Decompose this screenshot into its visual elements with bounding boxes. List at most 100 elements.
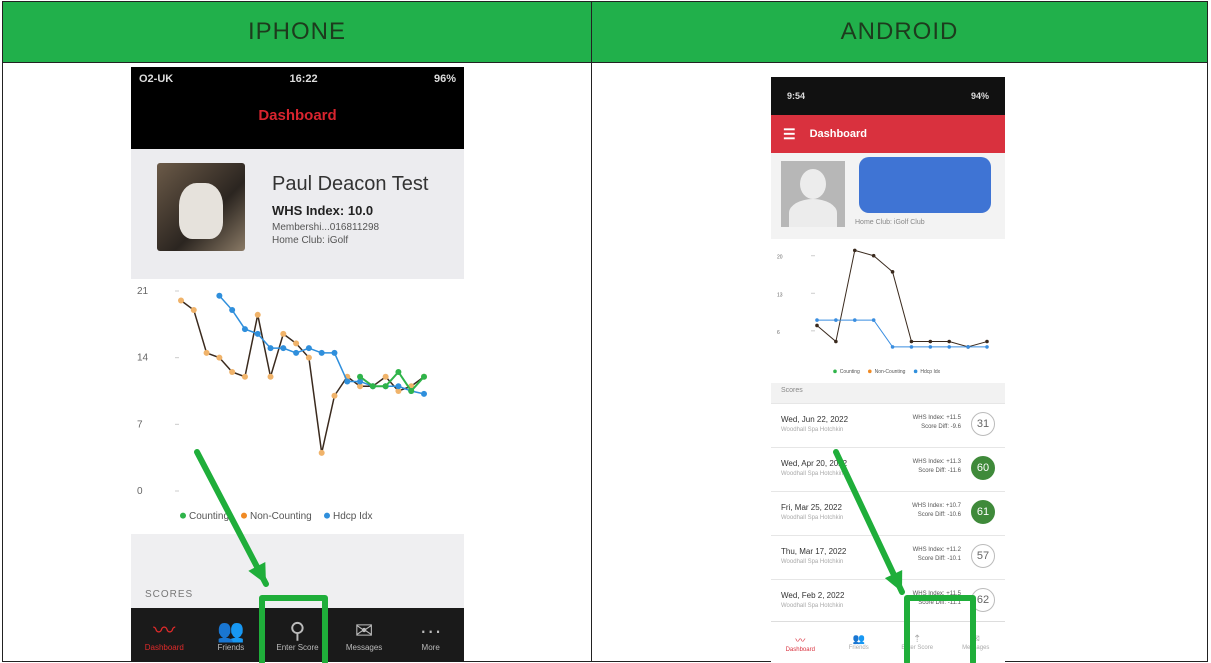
series-line [817, 319, 987, 348]
data-point [229, 307, 236, 314]
data-point [871, 318, 876, 322]
tab-dashboard[interactable]: 〰 Dashboard [771, 622, 830, 662]
golf-ball-icon: ⚲ [289, 617, 306, 643]
tab-enter-score[interactable]: ⚲ Enter Score [264, 608, 331, 662]
score-badge: 57 [971, 544, 995, 568]
data-point [928, 339, 933, 344]
handicap-chart: 20 13 6 Counting Non-Counting Hdcp Idx [771, 239, 1005, 383]
score-date: Thu, Mar 17, 2022 [781, 547, 847, 556]
y-tick-label: 7 [137, 419, 143, 430]
score-row[interactable]: Wed, Jun 22, 2022 Woodhall Spa Hotchkin WH… [771, 403, 1005, 448]
data-point [254, 330, 261, 337]
score-date: Fri, Mar 25, 2022 [781, 503, 842, 512]
profile-card[interactable]: Paul Deacon Test WHS Index: 10.0 Members… [131, 149, 464, 279]
y-tick-label: 21 [137, 286, 149, 297]
score-diff: Score Diff: -11.6 [918, 468, 961, 474]
data-point [229, 368, 236, 375]
score-row[interactable]: Thu, Mar 17, 2022 Woodhall Spa Hotchkin WH… [771, 535, 1005, 580]
iphone-screenshot: O2-UK 16:22 96% Dashboard Paul Deacon Te… [131, 67, 464, 662]
clock-label: 9:54 [787, 91, 806, 101]
whs-index: WHS Index: +11.5 [912, 591, 961, 597]
score-date: Wed, Jun 22, 2022 [781, 415, 849, 424]
score-row[interactable]: Fri, Mar 25, 2022 Woodhall Spa Hotchkin WH… [771, 491, 1005, 536]
android-bottom-nav: 〰 Dashboard 👥 Friends ⇡ Enter Score ✉ Messag… [771, 621, 1005, 662]
android-screenshot: 9:54 94% ☰ Dashboard Home Club: iGolf Cl… [771, 77, 1005, 662]
tab-label: More [421, 642, 440, 652]
tab-messages[interactable]: ✉ Messages [947, 622, 1006, 662]
data-point [305, 345, 312, 352]
redacted-box [859, 157, 991, 213]
handicap-chart: 21 14 7 0 Counting Non-Counting Hdcp Idx [131, 279, 464, 534]
data-point [178, 297, 184, 304]
data-point [254, 311, 261, 318]
avatar[interactable] [781, 161, 845, 227]
whs-summary: WHS Index: +10.7 Score Diff: -10.6 [912, 502, 961, 520]
score-diff: Score Diff: -10.1 [917, 556, 961, 562]
tab-friends[interactable]: 👥 Friends [198, 608, 265, 662]
avatar-placeholder-icon [800, 169, 826, 199]
data-point [834, 339, 838, 344]
clock-label: 16:22 [289, 73, 318, 85]
legend-label: Counting [840, 369, 860, 375]
data-point [421, 373, 427, 380]
tab-label: Dashboard [785, 646, 815, 653]
score-row[interactable]: Wed, Apr 20, 2022 Woodhall Spa Hotchkin WH… [771, 447, 1005, 492]
score-row[interactable]: Wed, Feb 2, 2022 Woodhall Spa Hotchkin WHS… [771, 579, 1005, 624]
data-point [909, 339, 914, 344]
tab-label: Friends [217, 642, 245, 652]
data-point [985, 345, 989, 349]
whs-index: WHS Index: +11.5 [912, 415, 961, 421]
legend-label: Non-Counting [250, 511, 312, 522]
legend-marker [913, 369, 918, 374]
data-point [369, 383, 376, 390]
profile-card[interactable]: Home Club: iGolf Club [771, 153, 1005, 239]
battery-label: 96% [433, 73, 456, 85]
y-tick-label: 6 [777, 330, 780, 336]
data-point [280, 345, 287, 352]
android-column-header: ANDROID [592, 2, 1207, 62]
tab-enter-score[interactable]: ⇡ Enter Score [888, 622, 947, 662]
envelope-icon: ✉ [354, 617, 374, 643]
avatar[interactable] [157, 163, 245, 251]
iphone-status-bar: O2-UK 16:22 96% [139, 73, 456, 85]
tab-label: Enter Score [276, 642, 319, 652]
membership-number: Membershi...016811298 [272, 222, 380, 233]
tab-label: Messages [345, 642, 383, 652]
data-point [216, 354, 223, 361]
android-app-bar: ☰ Dashboard [771, 115, 1005, 153]
legend-marker [180, 512, 186, 519]
score-badge: 61 [971, 500, 995, 524]
handicap-chart-svg: 21 14 7 0 Counting Non-Counting Hdcp Idx [137, 286, 427, 522]
whs-index: WHS Index: +10.7 [912, 503, 961, 509]
dog-photo [179, 183, 223, 239]
data-point [421, 390, 427, 397]
carrier-label: O2-UK [139, 73, 174, 85]
data-point [203, 349, 210, 356]
data-point [293, 349, 300, 356]
golf-tee-icon: ⇡ [913, 633, 922, 645]
data-point [947, 339, 952, 344]
y-tick-label: 20 [777, 255, 783, 261]
data-point [395, 383, 402, 390]
hamburger-menu-icon[interactable]: ☰ [783, 126, 796, 143]
data-point [382, 373, 389, 380]
more-icon: ··· [419, 617, 442, 643]
iphone-column-header: IPHONE [3, 2, 592, 62]
series-line [816, 249, 988, 348]
data-point [815, 318, 819, 322]
data-point [871, 253, 876, 258]
legend-label: Counting [189, 511, 229, 522]
tab-label: Enter Score [901, 644, 934, 651]
whs-index: WHS Index: 10.0 [272, 203, 374, 218]
tab-friends[interactable]: 👥 Friends [830, 622, 889, 662]
data-point [382, 383, 389, 390]
chart-line-icon: 〰 [795, 635, 806, 647]
tab-dashboard[interactable]: 〰 Dashboard [131, 608, 198, 662]
score-badge: 62 [971, 588, 995, 612]
tab-messages[interactable]: ✉ Messages [331, 608, 398, 662]
data-point [408, 388, 415, 394]
header-divider [3, 62, 1207, 63]
chart-line-icon: 〰 [153, 617, 176, 643]
legend-label: Hdcp Idx [920, 369, 940, 375]
tab-more[interactable]: ··· More [397, 608, 464, 662]
